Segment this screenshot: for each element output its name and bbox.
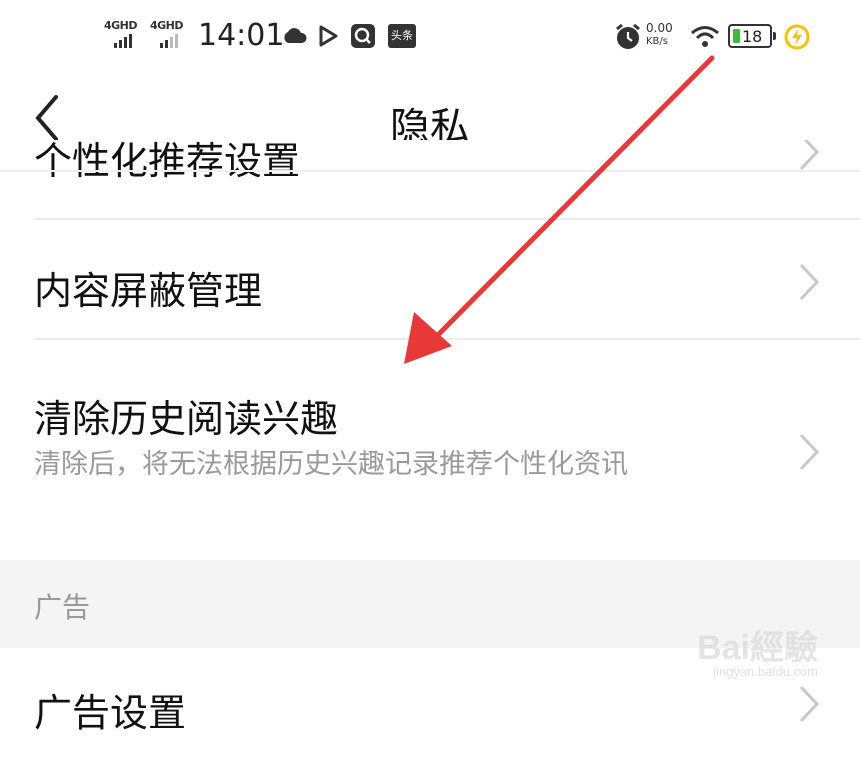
signal-bars-icon: [114, 34, 132, 48]
chevron-right-icon: [799, 685, 820, 723]
clear-history-row[interactable]: 清除历史阅读兴趣 清除后，将无法根据历史兴趣记录推荐个性化资讯: [0, 340, 860, 560]
content-block-row[interactable]: 内容屏蔽管理: [0, 220, 860, 338]
battery-icon: 18: [728, 24, 776, 48]
status-time: 14:01: [198, 18, 285, 53]
chevron-right-icon: [799, 433, 820, 471]
ad-settings-label: 广告设置: [34, 691, 187, 735]
sim1-signal: 4GHD: [104, 19, 138, 48]
chevron-right-icon: [799, 263, 820, 301]
alarm-icon: [616, 23, 640, 49]
ad-section-title: 广告: [34, 591, 91, 624]
battery-level: 18: [742, 27, 763, 46]
clear-history-description: 清除后，将无法根据历史兴趣记录推荐个性化资讯: [34, 449, 628, 480]
net-speed: 0.00 KB/s: [646, 22, 673, 48]
clear-history-label: 清除历史阅读兴趣: [34, 397, 339, 441]
wifi-icon: [691, 26, 719, 47]
charging-icon: [784, 24, 810, 50]
net-speed-value: 0.00: [646, 21, 673, 35]
signal-bars-icon: [160, 34, 178, 48]
chevron-right-icon: [799, 140, 820, 171]
header-divider: [0, 170, 860, 172]
sim2-signal: 4GHD: [150, 19, 184, 48]
search-app-icon: [351, 24, 375, 48]
news-app-icon: 头条: [388, 24, 416, 48]
personalized-recommend-label: 个性化推荐设置: [34, 140, 301, 183]
watermark-url: jingyan.baidu.com: [713, 664, 818, 679]
sim2-network-label: 4GHD: [150, 19, 184, 32]
baidu-watermark: Bai經驗 jingyan.baidu.com: [648, 598, 818, 688]
play-icon: [319, 25, 338, 47]
content-block-label: 内容屏蔽管理: [34, 269, 263, 313]
news-app-label: 头条: [391, 29, 413, 42]
net-speed-unit: KB/s: [646, 36, 668, 47]
status-bar: 4GHD 4GHD 14:01 头条 0.00 KB/s 18: [0, 0, 860, 75]
sim1-network-label: 4GHD: [104, 19, 138, 32]
cloud-icon: [284, 28, 307, 43]
watermark-brand: Bai經驗: [697, 629, 818, 667]
personalized-recommend-row[interactable]: 个性化推荐设置: [0, 140, 860, 220]
